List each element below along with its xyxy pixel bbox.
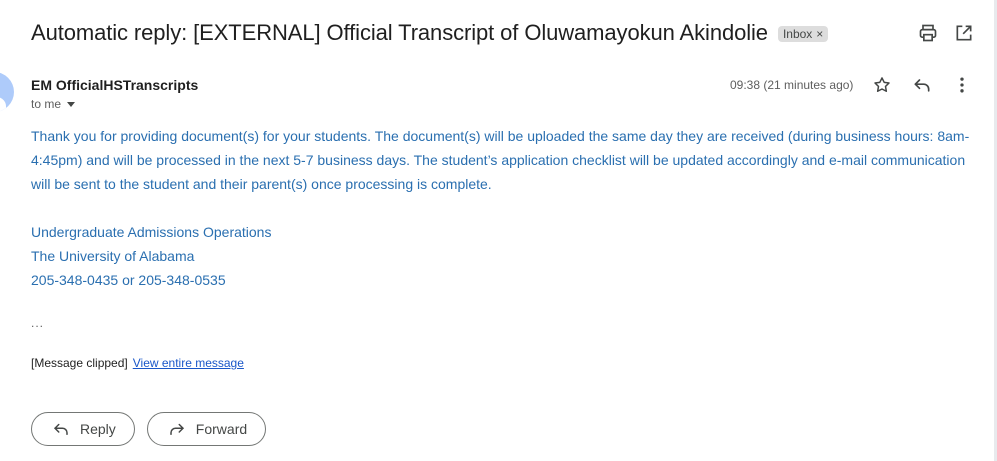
inbox-label-chip[interactable]: Inbox × [777,26,829,42]
clipped-label: [Message clipped] [31,356,128,370]
recipient-label: to me [31,97,62,111]
forward-button-label: Forward [195,421,248,437]
print-icon[interactable] [917,22,939,44]
recipient-details-toggle[interactable]: to me [31,97,76,111]
email-subject: Automatic reply: [EXTERNAL] Official Tra… [31,20,768,45]
trimmed-content-ellipsis[interactable]: ... [31,316,44,330]
forward-icon [170,423,184,435]
reply-button[interactable]: Reply [31,412,135,446]
more-vert-icon[interactable] [951,74,973,96]
message-body: Thank you for providing document(s) for … [31,124,971,196]
message-actions [871,74,973,96]
reply-icon [54,423,68,435]
email-signature: Undergraduate Admissions Operations The … [31,220,271,292]
signature-department: Undergraduate Admissions Operations [31,224,272,240]
message-timestamp: 09:38 (21 minutes ago) [730,78,854,92]
sender-name[interactable]: EM OfficialHSTranscripts [31,77,198,93]
thread-toolbar [917,22,975,44]
message-clipped-notice: [Message clipped] View entire message [31,356,244,370]
message-paragraph: Thank you for providing document(s) for … [31,128,970,192]
email-subject-row: Automatic reply: [EXTERNAL] Official Tra… [31,17,977,49]
reply-forward-bar: Reply Forward [31,412,267,446]
reply-button-label: Reply [80,421,116,437]
open-in-new-window-icon[interactable] [953,22,975,44]
reply-icon[interactable] [911,74,933,96]
forward-button[interactable]: Forward [146,412,267,446]
remove-label-icon[interactable]: × [816,27,823,41]
view-entire-message-link[interactable]: View entire message [133,356,244,370]
chevron-down-icon [67,101,76,107]
star-icon[interactable] [871,74,893,96]
signature-phone: 205-348-0435 or 205-348-0535 [31,272,226,288]
avatar-body-shape [0,96,6,112]
sender-avatar[interactable] [0,72,14,112]
signature-institution: The University of Alabama [31,248,195,264]
label-chip-text: Inbox [782,27,813,41]
